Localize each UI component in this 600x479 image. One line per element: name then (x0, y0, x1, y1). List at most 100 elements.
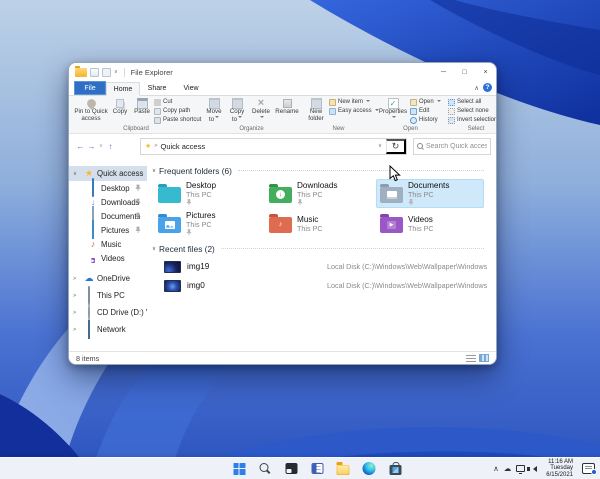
group-label-clipboard: Clipboard (123, 126, 149, 132)
network-tray-icon[interactable] (516, 465, 526, 474)
section-recent-files[interactable]: ∨ Recent files (2) (152, 243, 496, 254)
rename-button[interactable]: Rename (274, 97, 300, 116)
copy-button[interactable]: Copy (110, 97, 130, 116)
back-button[interactable]: ← (75, 139, 86, 153)
breadcrumb-location[interactable]: Quick access (161, 142, 206, 151)
pin-to-quick-access-button[interactable]: Pin to Quick access (73, 97, 109, 122)
delete-button[interactable]: × Delete (249, 97, 273, 123)
qat-dropdown-icon[interactable]: ∨ (114, 69, 118, 75)
recent-file-row[interactable]: img19 Local Disk (C:)\Windows\Web\Wallpa… (147, 257, 496, 276)
close-button[interactable]: × (475, 63, 496, 81)
up-button[interactable]: ↑ (105, 139, 116, 153)
new-folder-button[interactable]: New folder (304, 97, 328, 122)
pin-icon (135, 212, 141, 219)
select-none-button[interactable]: Select none (448, 107, 496, 115)
folder-tile-desktop[interactable]: Desktop This PC (155, 180, 261, 207)
paste-shortcut-button[interactable]: Paste shortcut (154, 116, 201, 124)
search-box[interactable] (413, 137, 491, 155)
easy-access-button[interactable]: Easy access (329, 107, 373, 115)
address-dropdown-icon[interactable]: ∨ (374, 143, 386, 149)
system-tray: ∧ ☁ 11:16 AM Tuesday 6/15/2021 (493, 458, 597, 479)
videos-folder-icon: ▶ (380, 213, 403, 233)
taskbar-search-button[interactable] (258, 461, 273, 476)
sidebar-item-quick-access[interactable]: ∨ ★ Quick access (69, 166, 147, 181)
sidebar-item-network[interactable]: > Network (69, 319, 147, 339)
invert-selection-button[interactable]: Invert selection (448, 116, 496, 124)
widgets-button[interactable] (310, 461, 325, 476)
chevron-down-icon[interactable]: ∨ (152, 246, 156, 252)
edge-browser-button[interactable] (362, 461, 377, 476)
tab-view[interactable]: View (174, 81, 208, 95)
separator (123, 67, 125, 77)
ribbon-group-open: ✓ Properties Open Edit History Open (377, 97, 444, 133)
sidebar-item-pictures[interactable]: Pictures (69, 220, 147, 239)
sidebar-item-documents[interactable]: Documents (69, 206, 147, 225)
chevron-down-icon[interactable]: ∨ (73, 171, 77, 177)
chevron-down-icon[interactable]: ∨ (152, 168, 156, 174)
folder-tile-downloads[interactable]: ↓ Downloads This PC (266, 180, 372, 207)
history-button[interactable]: History (410, 116, 444, 124)
address-bar[interactable]: ★ > Quick access ∨ ↻ (140, 137, 407, 155)
folder-tile-music[interactable]: ♪ Music This PC (266, 210, 372, 237)
collapse-ribbon-icon[interactable]: ∧ (474, 84, 479, 92)
copy-to-button[interactable]: Copy to (226, 97, 248, 123)
chevron-right-icon[interactable]: > (73, 327, 76, 333)
tab-share[interactable]: Share (140, 81, 174, 95)
search-input[interactable] (426, 142, 487, 150)
chevron-right-icon[interactable]: > (73, 310, 76, 316)
properties-shortcut-icon[interactable] (90, 67, 99, 77)
select-all-button[interactable]: Select all (448, 98, 496, 106)
volume-tray-icon[interactable] (527, 465, 538, 472)
sidebar-item-downloads[interactable]: ↓ Downloads (69, 195, 147, 209)
properties-button[interactable]: ✓ Properties (377, 97, 409, 123)
cut-button[interactable]: Cut (154, 98, 199, 106)
paste-button[interactable]: Paste (131, 97, 153, 116)
frequent-folders-grid: Desktop This PC ↓ Downloads This PC Docu… (155, 179, 496, 237)
sidebar-item-videos[interactable]: ▶ Videos (69, 251, 147, 265)
large-icons-view-toggle-icon[interactable] (479, 353, 489, 362)
recent-locations-icon[interactable]: ∨ (97, 139, 105, 153)
sidebar-item-desktop[interactable]: Desktop (69, 178, 147, 197)
help-icon[interactable]: ? (483, 83, 492, 92)
refresh-button[interactable]: ↻ (386, 138, 406, 154)
notifications-icon[interactable] (582, 463, 597, 475)
sidebar-item-cd-drive[interactable]: > CD Drive (D:) Virtual (69, 302, 147, 322)
microsoft-store-button[interactable] (388, 461, 403, 476)
open-button[interactable]: Open (410, 98, 444, 106)
chevron-right-icon[interactable]: > (73, 276, 76, 282)
ribbon-group-clipboard: Pin to Quick access Copy Paste Cut Copy … (73, 97, 201, 133)
folder-tile-pictures[interactable]: Pictures This PC (155, 210, 261, 237)
new-item-button[interactable]: New item (329, 98, 373, 106)
folder-tile-videos[interactable]: ▶ Videos This PC (377, 210, 483, 237)
history-clock-icon (410, 116, 417, 124)
details-view-toggle-icon[interactable] (466, 354, 476, 363)
edit-button[interactable]: Edit (410, 107, 444, 115)
folder-tile-documents[interactable]: Documents This PC (376, 179, 484, 208)
notification-badge (591, 469, 597, 475)
forward-button[interactable]: → (86, 139, 97, 153)
show-hidden-icons-chevron[interactable]: ∧ (493, 464, 499, 473)
start-button[interactable] (232, 461, 247, 476)
sidebar-item-onedrive[interactable]: > ☁ OneDrive (69, 270, 147, 287)
sidebar-item-this-pc[interactable]: > This PC (69, 285, 147, 305)
breadcrumb-chevron-icon[interactable]: > (154, 143, 157, 149)
chevron-right-icon[interactable]: > (73, 293, 76, 299)
recent-file-row[interactable]: img0 Local Disk (C:)\Windows\Web\Wallpap… (147, 276, 496, 295)
task-view-button[interactable] (284, 461, 299, 476)
onedrive-tray-icon[interactable]: ☁ (504, 464, 512, 473)
sidebar-item-music[interactable]: ♪ Music (69, 237, 147, 251)
new-folder-shortcut-icon[interactable] (102, 67, 111, 77)
clock-date: 6/15/2021 (546, 471, 573, 478)
tab-file[interactable]: File (74, 81, 106, 95)
address-bar-row: ← → ∨ ↑ ★ > Quick access ∨ ↻ (69, 134, 496, 158)
section-frequent-folders[interactable]: ∨ Frequent folders (6) (152, 165, 496, 176)
window-controls: ─ □ × (433, 63, 496, 81)
select-all-icon (448, 98, 455, 106)
minimize-button[interactable]: ─ (433, 63, 454, 81)
maximize-button[interactable]: □ (454, 63, 475, 81)
file-explorer-taskbar-button[interactable] (336, 461, 351, 476)
move-to-button[interactable]: Move to (203, 97, 225, 123)
taskbar-clock[interactable]: 11:16 AM Tuesday 6/15/2021 (546, 459, 573, 478)
copy-path-button[interactable]: Copy path (154, 107, 199, 115)
tab-home[interactable]: Home (106, 82, 140, 96)
